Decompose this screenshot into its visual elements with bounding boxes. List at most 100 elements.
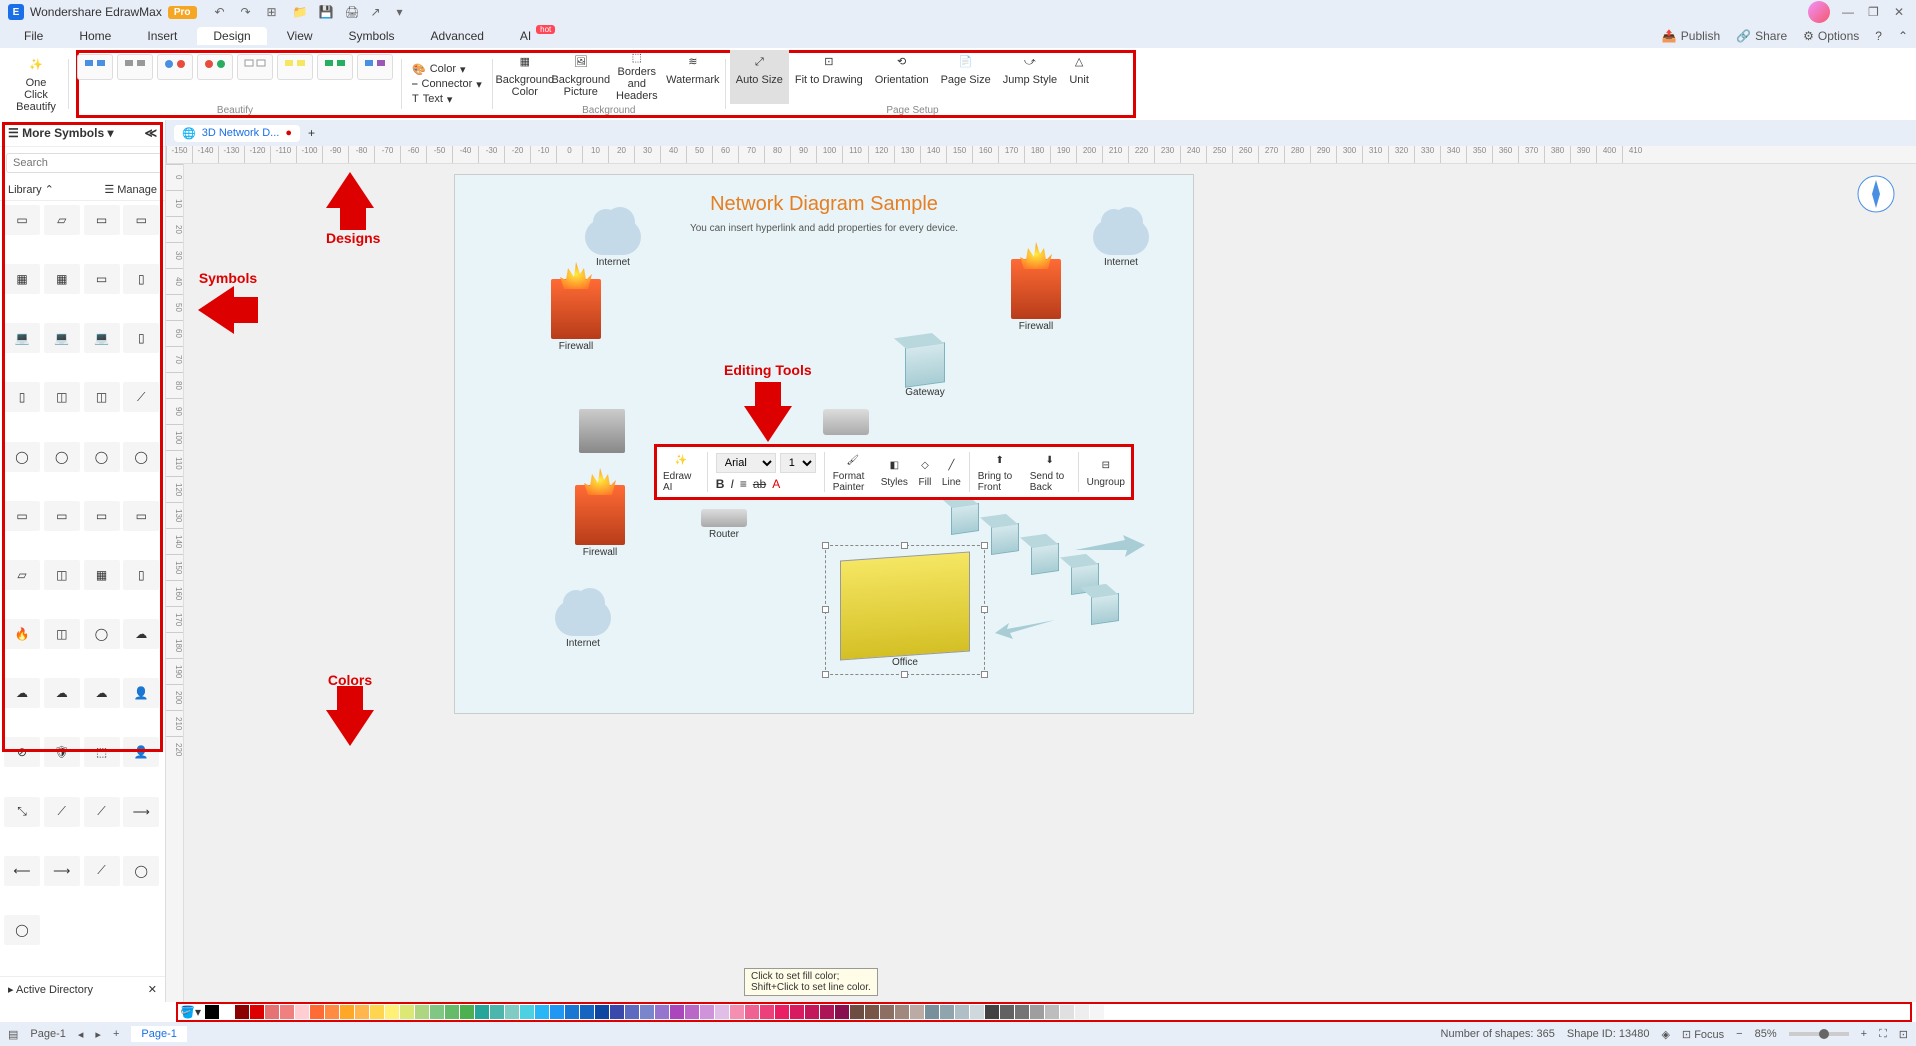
- symbol-item[interactable]: ⟶: [123, 797, 159, 827]
- symbol-item[interactable]: ▭: [44, 501, 80, 531]
- close-section-icon[interactable]: ✕: [148, 983, 157, 996]
- symbol-item[interactable]: ▭: [84, 264, 120, 294]
- internet-1[interactable]: Internet: [585, 219, 641, 268]
- color-swatch[interactable]: [760, 1005, 774, 1019]
- workstation-5[interactable]: [1091, 595, 1119, 623]
- share-button[interactable]: 🔗 Share: [1736, 29, 1787, 43]
- color-swatch[interactable]: [850, 1005, 864, 1019]
- color-swatch[interactable]: [550, 1005, 564, 1019]
- color-swatch[interactable]: [640, 1005, 654, 1019]
- color-swatch[interactable]: [1000, 1005, 1014, 1019]
- library-label[interactable]: Library ⌃: [8, 183, 54, 196]
- workstation-3[interactable]: [1031, 545, 1059, 573]
- fit-page-icon[interactable]: ⛶: [1879, 1028, 1887, 1041]
- minimize-icon[interactable]: —: [1842, 5, 1856, 19]
- color-swatch[interactable]: [340, 1005, 354, 1019]
- ungroup-button[interactable]: ⊟Ungroup: [1087, 457, 1125, 488]
- symbol-item[interactable]: ◯: [84, 442, 120, 472]
- router[interactable]: Router: [701, 509, 747, 540]
- one-click-beautify-button[interactable]: ✨ One Click Beautify: [8, 53, 64, 115]
- zoom-out-button[interactable]: −: [1736, 1028, 1742, 1040]
- symbol-item[interactable]: ☁: [4, 678, 40, 708]
- symbol-item[interactable]: ⟋: [84, 856, 120, 886]
- symbol-item[interactable]: ◫: [44, 382, 80, 412]
- page-tab[interactable]: Page-1: [131, 1026, 186, 1042]
- color-swatch[interactable]: [955, 1005, 969, 1019]
- symbol-item[interactable]: ▭: [84, 501, 120, 531]
- bring-front-button[interactable]: ⬆Bring to Front: [978, 451, 1022, 493]
- color-swatch[interactable]: [595, 1005, 609, 1019]
- color-swatch[interactable]: [1015, 1005, 1029, 1019]
- menu-home[interactable]: Home: [63, 27, 127, 45]
- maximize-icon[interactable]: ❐: [1868, 5, 1882, 19]
- zoom-slider[interactable]: [1789, 1032, 1849, 1036]
- fullscreen-icon[interactable]: ⊡: [1899, 1028, 1908, 1041]
- symbol-item[interactable]: ▦: [84, 560, 120, 590]
- document-tab[interactable]: 🌐 3D Network D... ●: [174, 125, 300, 142]
- symbol-item[interactable]: ⤡: [4, 797, 40, 827]
- color-swatch[interactable]: [325, 1005, 339, 1019]
- format-painter-button[interactable]: 🖌Format Painter: [833, 451, 873, 493]
- color-swatch[interactable]: [460, 1005, 474, 1019]
- color-swatch[interactable]: [910, 1005, 924, 1019]
- menu-symbols[interactable]: Symbols: [333, 27, 411, 45]
- symbol-item[interactable]: ◫: [84, 382, 120, 412]
- symbol-item[interactable]: ▭: [4, 501, 40, 531]
- symbol-item[interactable]: ▭: [123, 205, 159, 235]
- color-swatch[interactable]: [745, 1005, 759, 1019]
- background-picture-button[interactable]: 🖼Background Picture: [553, 50, 609, 104]
- new-tab-button[interactable]: +: [308, 126, 315, 140]
- color-swatch[interactable]: [970, 1005, 984, 1019]
- color-swatch[interactable]: [685, 1005, 699, 1019]
- symbol-item[interactable]: ◫: [44, 560, 80, 590]
- color-swatch[interactable]: [580, 1005, 594, 1019]
- office-selected[interactable]: Office: [825, 545, 985, 675]
- focus-button[interactable]: ⊡ Focus: [1682, 1028, 1724, 1041]
- symbol-item[interactable]: ◯: [123, 856, 159, 886]
- edraw-ai-button[interactable]: ✨ Edraw AI: [663, 451, 699, 493]
- color-swatch[interactable]: [220, 1005, 234, 1019]
- workstation-1[interactable]: [951, 505, 979, 533]
- color-swatch[interactable]: [655, 1005, 669, 1019]
- zoom-in-button[interactable]: +: [1861, 1028, 1867, 1040]
- color-swatch[interactable]: [355, 1005, 369, 1019]
- color-swatch[interactable]: [565, 1005, 579, 1019]
- new-icon[interactable]: ⊞: [267, 5, 281, 19]
- color-swatch[interactable]: [520, 1005, 534, 1019]
- font-color-button[interactable]: A: [772, 477, 780, 491]
- color-swatch[interactable]: [625, 1005, 639, 1019]
- color-swatch[interactable]: [1090, 1005, 1104, 1019]
- symbol-item[interactable]: 💻: [4, 323, 40, 353]
- color-swatch[interactable]: [415, 1005, 429, 1019]
- add-page-button[interactable]: +: [113, 1028, 119, 1040]
- borders-headers-button[interactable]: ⬚Borders and Headers: [609, 50, 665, 104]
- compass-icon[interactable]: [1856, 174, 1896, 214]
- color-swatch[interactable]: [940, 1005, 954, 1019]
- color-swatch[interactable]: [235, 1005, 249, 1019]
- color-swatch[interactable]: [265, 1005, 279, 1019]
- symbol-item[interactable]: ⟋: [84, 797, 120, 827]
- symbol-item[interactable]: 💻: [44, 323, 80, 353]
- color-swatch[interactable]: [1030, 1005, 1044, 1019]
- color-swatch[interactable]: [1060, 1005, 1074, 1019]
- close-icon[interactable]: ✕: [1894, 5, 1908, 19]
- menu-view[interactable]: View: [271, 27, 329, 45]
- active-directory-section[interactable]: ▸ Active Directory ✕: [0, 976, 165, 1002]
- server-stack[interactable]: [579, 409, 625, 453]
- symbol-item[interactable]: ☁: [44, 678, 80, 708]
- color-swatch[interactable]: [205, 1005, 219, 1019]
- workstation-2[interactable]: [991, 525, 1019, 553]
- symbol-item[interactable]: ⟋: [123, 382, 159, 412]
- strikethrough-button[interactable]: ab: [753, 477, 766, 491]
- more-icon[interactable]: ▾: [397, 5, 411, 19]
- options-button[interactable]: ⚙ Options: [1803, 29, 1859, 43]
- color-swatch[interactable]: [400, 1005, 414, 1019]
- color-swatch[interactable]: [775, 1005, 789, 1019]
- symbol-item[interactable]: 🛡: [44, 737, 80, 767]
- color-swatch[interactable]: [805, 1005, 819, 1019]
- watermark-button[interactable]: ≋Watermark: [665, 50, 721, 104]
- color-swatch[interactable]: [430, 1005, 444, 1019]
- page-next-button[interactable]: ▸: [95, 1028, 101, 1041]
- user-avatar[interactable]: [1808, 1, 1830, 23]
- save-icon[interactable]: 💾: [319, 5, 333, 19]
